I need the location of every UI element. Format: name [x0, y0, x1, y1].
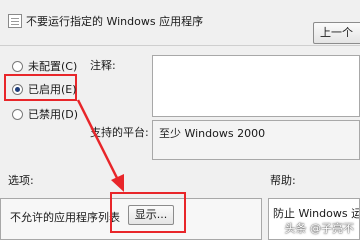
annotation-arrow [76, 99, 124, 192]
watermark: 头条 @子亮不 [284, 222, 355, 235]
arrow-shaft [76, 99, 120, 181]
